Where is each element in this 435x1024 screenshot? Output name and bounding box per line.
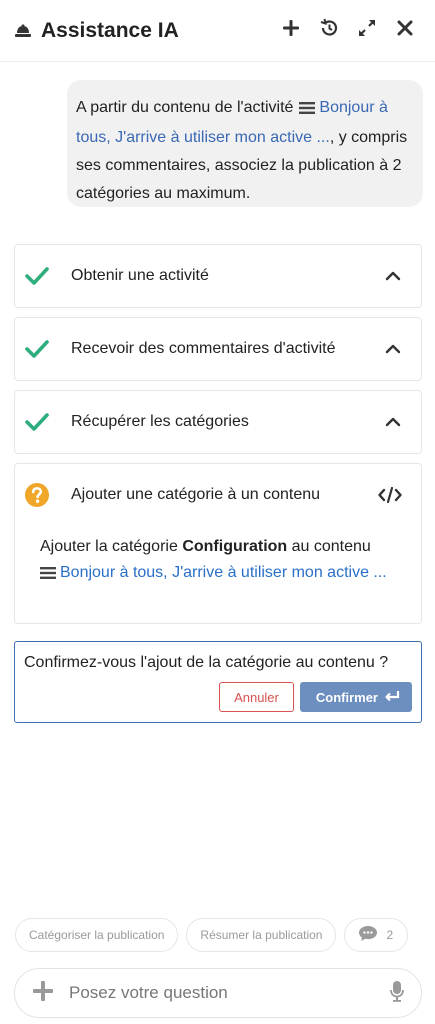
cancel-button[interactable]: Annuler [219,682,294,712]
history-button[interactable] [313,15,345,47]
detail-prefix: Ajouter la catégorie [40,538,178,555]
question-icon [23,481,51,509]
chevron-up-icon[interactable] [383,412,403,432]
code-icon[interactable] [377,485,403,505]
new-chat-button[interactable] [275,15,307,47]
suggestion-chip[interactable]: Catégoriser la publication [15,918,179,952]
enter-icon [384,690,400,705]
check-icon [23,408,51,436]
message-text: A partir du contenu de l'activité [76,99,294,116]
step-label: Recevoir des commentaires d'activité [71,340,336,357]
add-attachment-button[interactable] [31,980,55,1007]
category-name: Configuration [182,538,288,555]
plus-icon [32,980,54,1007]
chat-input-bar [14,968,422,1018]
suggestion-chips: Catégoriser la publication Résumer la pu… [15,918,409,952]
close-button[interactable] [389,15,421,47]
question-input[interactable] [69,983,387,1003]
step-label: Ajouter une catégorie à un contenu [71,486,321,503]
page-title: Assistance IA [41,18,179,42]
comment-icon [358,925,378,945]
step-card: Récupérer les catégories [14,390,422,454]
confirm-label: Confirmer [315,689,378,705]
chevron-up-icon[interactable] [383,266,403,286]
step-card: Obtenir une activité [14,244,422,308]
step-label: Récupérer les catégories [71,413,249,430]
header-actions [275,15,421,47]
expand-button[interactable] [351,15,383,47]
step-label: Obtenir une activité [71,267,209,284]
header: Assistance IA [0,0,435,62]
confirm-dialog: Confirmez-vous l'ajout de la catégorie a… [14,641,422,723]
expand-icon [357,18,377,43]
microphone-button[interactable] [387,980,407,1007]
step-card-pending: Ajouter une catégorie à un contenu Ajout… [14,463,422,624]
comments-chip[interactable]: 2 [344,918,409,952]
suggestion-chip[interactable]: Résumer la publication [186,918,337,952]
plus-icon [282,19,300,42]
check-icon [23,262,51,290]
chevron-up-icon[interactable] [383,339,403,359]
history-icon [319,18,339,43]
content-link[interactable]: Bonjour à tous, J'arrive à utiliser mon … [60,564,387,581]
bell-icon [14,22,32,40]
lines-icon [40,562,56,588]
detail-middle: au contenu [291,538,371,555]
confirm-button[interactable]: Confirmer [299,682,412,712]
close-icon [397,20,413,41]
microphone-icon [390,980,404,1007]
check-icon [23,335,51,363]
comments-count: 2 [386,928,394,942]
lines-icon [299,96,316,124]
confirm-buttons: Annuler Confirmer [219,682,412,712]
step-card: Recevoir des commentaires d'activité [14,317,422,381]
confirm-question: Confirmez-vous l'ajout de la catégorie a… [24,654,389,671]
step-detail: Ajouter la catégorie Configuration au co… [15,526,421,606]
user-message-bubble: A partir du contenu de l'activité Bonjour… [67,80,423,207]
